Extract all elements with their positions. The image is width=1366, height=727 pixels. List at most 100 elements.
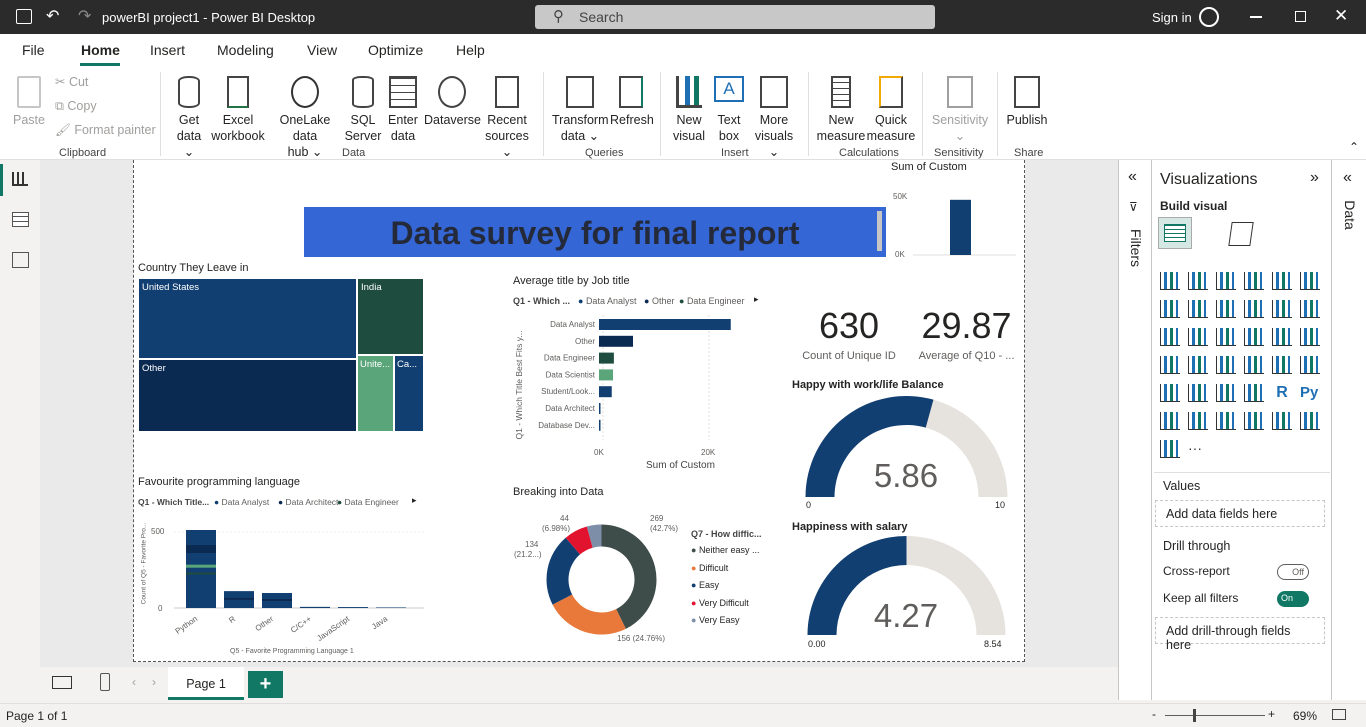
job-bar[interactable] xyxy=(599,319,731,330)
tab-scroll-left-icon[interactable]: ‹ xyxy=(132,675,136,689)
card-icon[interactable] xyxy=(1272,356,1292,374)
card-unique-id[interactable]: 630 Count of Unique ID xyxy=(794,305,904,365)
legend-next-icon[interactable]: ▸ xyxy=(754,294,759,305)
format-painter-button[interactable]: 🖌 Format painter xyxy=(55,122,156,138)
onelake-hub-button[interactable]: OneLake data hub ⌄ xyxy=(268,76,342,160)
treemap-cell-other[interactable]: Other xyxy=(138,359,357,432)
sign-in-link[interactable]: Sign in xyxy=(1152,10,1192,25)
job-bar[interactable] xyxy=(599,335,633,347)
collapse-ribbon-icon[interactable]: ⌃ xyxy=(1349,140,1359,154)
zoom-slider[interactable] xyxy=(1165,715,1265,716)
table-icon[interactable] xyxy=(1216,384,1236,402)
add-drill-through-well[interactable]: Add drill-through fields here xyxy=(1155,617,1325,652)
map-icon[interactable] xyxy=(1160,356,1180,374)
text-box-button[interactable]: A Text box xyxy=(712,76,746,144)
zoom-out-icon[interactable]: - xyxy=(1152,707,1156,721)
keep-filters-toggle[interactable]: On xyxy=(1277,591,1309,607)
close-icon[interactable]: ✕ xyxy=(1334,6,1348,26)
menu-help[interactable]: Help xyxy=(456,42,485,58)
funnel-icon[interactable] xyxy=(1188,328,1208,346)
card-average-q10[interactable]: 29.87 Average of Q10 - ... xyxy=(914,305,1019,365)
narrative-icon[interactable] xyxy=(1244,412,1264,430)
menu-file[interactable]: File xyxy=(22,42,45,58)
restore-icon[interactable] xyxy=(1295,11,1306,22)
lang-bar[interactable] xyxy=(338,607,368,608)
donut-chart[interactable] xyxy=(544,522,659,637)
quick-measure-button[interactable]: Quick measure xyxy=(866,76,916,144)
job-bar[interactable] xyxy=(599,403,601,414)
key-influencers-icon[interactable] xyxy=(1160,412,1180,430)
lang-bar[interactable] xyxy=(186,530,216,608)
job-bar[interactable] xyxy=(599,369,614,381)
scatter-icon[interactable] xyxy=(1216,328,1236,346)
100-bar-icon[interactable] xyxy=(1272,272,1292,290)
tab-scroll-right-icon[interactable]: › xyxy=(152,675,156,689)
100-column-icon[interactable] xyxy=(1300,272,1320,290)
sensitivity-button[interactable]: Sensitivity ⌄ xyxy=(930,76,990,144)
redo-icon[interactable]: ↷ xyxy=(78,6,91,26)
sum-custom-bar[interactable] xyxy=(950,199,971,255)
transform-data-button[interactable]: Transform data ⌄ xyxy=(552,76,609,144)
new-visual-button[interactable]: New visual xyxy=(670,76,708,144)
format-visual-icon[interactable] xyxy=(1228,222,1254,246)
goals-icon[interactable] xyxy=(1272,412,1292,430)
job-bar[interactable] xyxy=(599,352,614,364)
gauge-icon[interactable] xyxy=(1244,356,1264,374)
menu-insert[interactable]: Insert xyxy=(150,42,185,58)
search-box[interactable]: ⚲ Search xyxy=(535,5,935,29)
stacked-bar-icon[interactable] xyxy=(1160,272,1180,290)
legend-next-icon[interactable]: ▸ xyxy=(412,495,417,506)
ribbon-chart-icon[interactable] xyxy=(1300,300,1320,318)
decomposition-tree-icon[interactable] xyxy=(1188,412,1208,430)
clustered-column-icon[interactable] xyxy=(1244,272,1264,290)
sum-custom-visual[interactable]: Sum of Custom 50K 0K xyxy=(891,160,1021,260)
line-column-icon[interactable] xyxy=(1244,300,1264,318)
menu-view[interactable]: View xyxy=(307,42,337,58)
more-visuals-button[interactable]: More visuals ⌄ xyxy=(750,76,798,160)
treemap-cell-uk[interactable]: Unite... xyxy=(357,355,394,432)
treemap-cell-india[interactable]: India xyxy=(357,278,424,355)
mobile-layout-icon[interactable] xyxy=(100,673,110,691)
treemap-cell-us[interactable]: United States xyxy=(138,278,357,359)
r-visual-icon[interactable]: R xyxy=(1272,384,1292,402)
matrix-icon[interactable] xyxy=(1244,384,1264,402)
refresh-button[interactable]: Refresh xyxy=(610,76,654,128)
data-pane[interactable]: « Data xyxy=(1331,160,1366,700)
treemap-cell-canada[interactable]: Ca... xyxy=(394,355,424,432)
dataverse-button[interactable]: Dataverse xyxy=(424,76,481,128)
title-banner[interactable]: Data survey for final report xyxy=(304,207,886,257)
zoom-in-icon[interactable]: + xyxy=(1268,707,1275,721)
donut-icon[interactable] xyxy=(1272,328,1292,346)
donut-slice[interactable] xyxy=(552,594,626,635)
lang-bar[interactable] xyxy=(376,607,406,608)
account-icon[interactable] xyxy=(1199,7,1219,27)
azure-map-icon[interactable] xyxy=(1216,356,1236,374)
publish-button[interactable]: Publish xyxy=(1006,76,1048,128)
menu-optimize[interactable]: Optimize xyxy=(368,42,423,58)
expand-filters-icon[interactable]: « xyxy=(1128,168,1137,186)
filters-pane[interactable]: « ⊽ Filters xyxy=(1118,160,1151,700)
stacked-area-icon[interactable] xyxy=(1216,300,1236,318)
cut-button[interactable]: ✂ Cut xyxy=(55,74,88,90)
enter-data-button[interactable]: Enter data xyxy=(385,76,421,144)
area-chart-icon[interactable] xyxy=(1188,300,1208,318)
line-clustered-icon[interactable] xyxy=(1272,300,1292,318)
sql-server-button[interactable]: SQL Server xyxy=(344,76,382,144)
kpi-icon[interactable] xyxy=(1160,384,1180,402)
treemap-icon[interactable] xyxy=(1300,328,1320,346)
collapse-viz-icon[interactable]: » xyxy=(1310,169,1319,187)
treemap-visual[interactable]: United States India Other Unite... Ca... xyxy=(138,278,424,432)
get-data-button[interactable]: Get data ⌄ xyxy=(170,76,208,160)
filled-map-icon[interactable] xyxy=(1188,356,1208,374)
recent-sources-button[interactable]: Recent sources ⌄ xyxy=(481,76,533,160)
add-page-button[interactable]: + xyxy=(248,671,283,698)
minimize-icon[interactable] xyxy=(1250,16,1262,18)
clustered-bar-icon[interactable] xyxy=(1216,272,1236,290)
fit-page-icon[interactable] xyxy=(1332,709,1346,720)
job-bar[interactable] xyxy=(599,419,601,431)
paste-button[interactable]: Paste xyxy=(12,76,46,128)
desktop-layout-icon[interactable] xyxy=(52,676,72,689)
tab-page-1[interactable]: Page 1 xyxy=(168,667,244,700)
banner-scrollbar[interactable] xyxy=(877,211,882,251)
copy-button[interactable]: ⧉ Copy xyxy=(55,98,97,114)
